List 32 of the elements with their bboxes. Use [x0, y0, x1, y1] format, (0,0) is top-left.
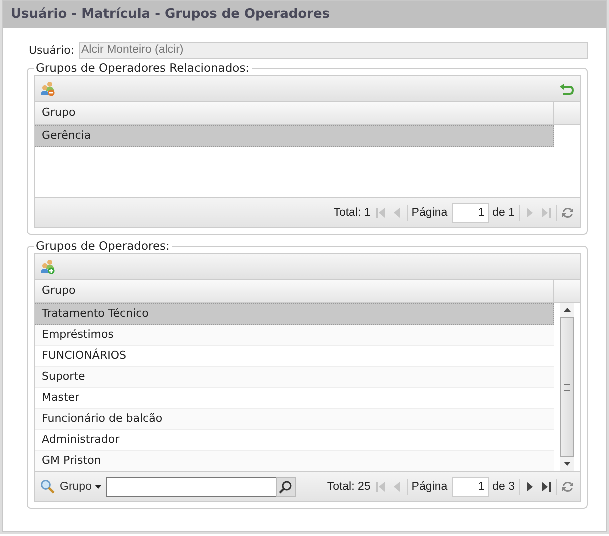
search-icon: [40, 478, 56, 494]
page-count: de 1: [492, 206, 515, 218]
user-field[interactable]: Alcir Monteiro (alcir): [78, 42, 588, 59]
field-label: Usuário:: [29, 44, 75, 57]
total-count: Total: 1: [334, 206, 371, 218]
panel-legend: Grupos de Operadores Relacionados:: [34, 61, 252, 75]
table-row[interactable]: GM Priston: [35, 451, 554, 471]
users-remove-icon[interactable]: [40, 80, 56, 96]
page-label: Página: [412, 480, 448, 492]
caret-icon: [94, 484, 102, 488]
scroll-up-icon[interactable]: [564, 308, 570, 312]
page-count: de 3: [492, 480, 515, 492]
table-row[interactable]: Empréstimos: [35, 325, 554, 346]
refresh-icon[interactable]: [561, 480, 575, 494]
search-input[interactable]: [106, 476, 278, 496]
scrollbar[interactable]: [560, 303, 574, 471]
scroll-down-icon[interactable]: [564, 462, 570, 466]
users-add-icon[interactable]: [40, 258, 56, 274]
table-row[interactable]: Gerência: [35, 125, 554, 147]
page-label: Página: [412, 206, 448, 218]
last-page-icon[interactable]: [540, 480, 552, 492]
search-button[interactable]: [276, 476, 296, 496]
window-title: Usuário - Matrícula - Grupos de Operadores: [3, 1, 606, 28]
search-field-dropdown[interactable]: Grupo: [60, 480, 102, 492]
page-input[interactable]: 1: [452, 476, 489, 496]
refresh-icon[interactable]: [561, 206, 575, 220]
table-row[interactable]: Funcionário de balcão: [35, 409, 554, 430]
table-row[interactable]: Tratamento Técnico: [35, 303, 554, 325]
panel-legend: Grupos de Operadores:: [34, 239, 172, 253]
page-input[interactable]: 1: [452, 202, 489, 222]
table-row[interactable]: Suporte: [35, 367, 554, 388]
total-count: Total: 25: [327, 480, 371, 492]
